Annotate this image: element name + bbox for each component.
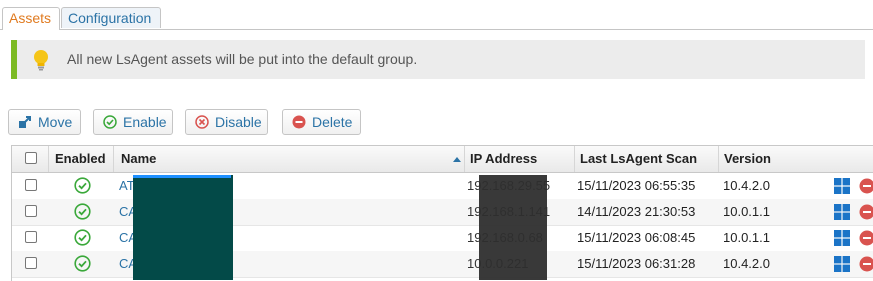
lightbulb-icon — [30, 49, 52, 71]
tab-bar: Assets Configuration — [0, 7, 873, 30]
enabled-check-icon — [74, 255, 91, 272]
column-divider — [718, 146, 719, 172]
remove-icon[interactable] — [859, 256, 873, 272]
enable-button-label: Enable — [123, 110, 167, 134]
remove-icon[interactable] — [859, 204, 873, 220]
header-ip-address[interactable]: IP Address — [470, 146, 537, 172]
row-checkbox[interactable] — [25, 179, 37, 191]
remove-icon[interactable] — [859, 178, 873, 194]
x-circle-icon — [195, 115, 209, 129]
windows-icon[interactable] — [834, 204, 850, 220]
delete-button[interactable]: Delete — [282, 109, 361, 135]
header-name[interactable]: Name — [121, 146, 156, 172]
agent-version: 10.0.1.1 — [723, 199, 770, 225]
column-divider — [464, 146, 465, 172]
agent-version: 10.0.1.1 — [723, 225, 770, 251]
redaction-block — [479, 175, 547, 280]
windows-icon[interactable] — [834, 178, 850, 194]
row-checkbox[interactable] — [25, 231, 37, 243]
minus-circle-icon — [292, 115, 306, 129]
delete-button-label: Delete — [312, 110, 352, 134]
header-last-scan[interactable]: Last LsAgent Scan — [580, 146, 697, 172]
enable-button[interactable]: Enable — [93, 109, 173, 135]
last-scan-time: 15/11/2023 06:31:28 — [577, 251, 695, 277]
disable-button-label: Disable — [215, 110, 262, 134]
sort-ascending-icon — [453, 157, 461, 162]
column-divider — [113, 146, 114, 172]
move-button-label: Move — [38, 110, 72, 134]
agent-version: 10.4.2.0 — [723, 173, 770, 199]
enabled-check-icon — [74, 177, 91, 194]
redaction-block — [133, 175, 233, 280]
header-enabled[interactable]: Enabled — [55, 146, 106, 172]
last-scan-time: 14/11/2023 21:30:53 — [577, 199, 695, 225]
enabled-check-icon — [74, 203, 91, 220]
tab-configuration[interactable]: Configuration — [61, 7, 161, 28]
table-header: Enabled Name IP Address Last LsAgent Sca… — [12, 146, 873, 173]
tab-assets[interactable]: Assets — [2, 7, 60, 30]
agent-version: 10.4.2.0 — [723, 251, 770, 277]
disable-button[interactable]: Disable — [185, 109, 268, 135]
header-version[interactable]: Version — [724, 146, 771, 172]
column-divider — [574, 146, 575, 172]
redaction-edge — [133, 175, 231, 178]
last-scan-time: 15/11/2023 06:55:35 — [577, 173, 695, 199]
column-divider — [48, 146, 49, 172]
windows-icon[interactable] — [834, 230, 850, 246]
row-checkbox[interactable] — [25, 205, 37, 217]
last-scan-time: 15/11/2023 06:08:45 — [577, 225, 695, 251]
row-checkbox[interactable] — [25, 257, 37, 269]
enabled-check-icon — [74, 229, 91, 246]
info-notice: All new LsAgent assets will be put into … — [11, 40, 865, 79]
select-all-checkbox[interactable] — [25, 152, 37, 164]
check-circle-icon — [103, 115, 117, 129]
windows-icon[interactable] — [834, 256, 850, 272]
remove-icon[interactable] — [859, 230, 873, 246]
notice-text: All new LsAgent assets will be put into … — [67, 51, 417, 67]
move-arrow-icon — [18, 115, 32, 129]
move-button[interactable]: Move — [8, 109, 81, 135]
